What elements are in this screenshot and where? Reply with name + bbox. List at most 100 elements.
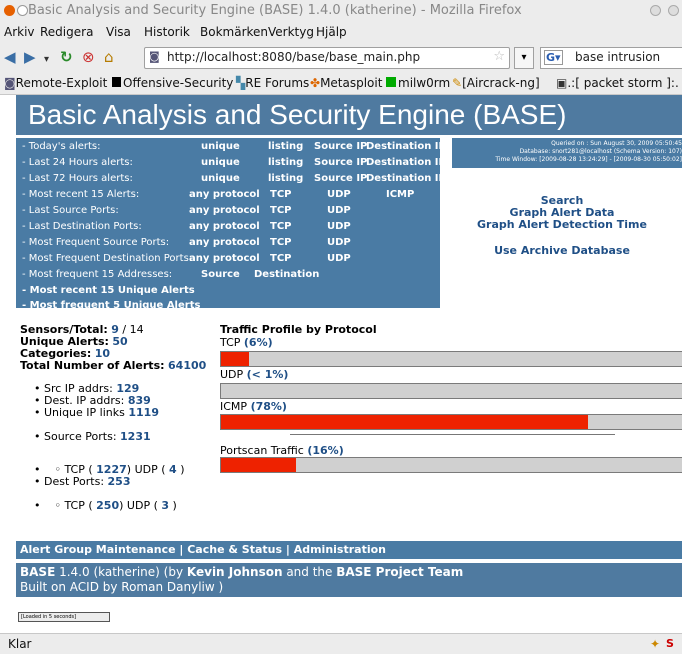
admin-nav-bar: Alert Group Maintenance | Cache & Status… [16, 541, 682, 559]
menu-arkiv[interactable]: Arkiv [4, 25, 35, 39]
team-link[interactable]: BASE Project Team [336, 565, 463, 579]
link-addr-source[interactable]: Source [201, 269, 240, 280]
link-fdp-any[interactable]: any protocol [189, 253, 260, 264]
admin-nav-links[interactable]: Alert Group Maintenance | Cache & Status… [20, 543, 386, 556]
dest-ports-link[interactable]: 253 [108, 475, 131, 488]
bookmark-packet-storm[interactable]: ▣.:[ packet storm ]:. [556, 76, 679, 90]
link-fdp-udp[interactable]: UDP [327, 253, 351, 264]
src-udp-link[interactable]: 4 [169, 463, 177, 476]
metasploit-icon: ✤ [310, 76, 321, 90]
label-last-72h: - Last 72 Hours alerts: [22, 173, 133, 184]
menu-hjalp[interactable]: Hjälp [316, 25, 347, 39]
addon-icon[interactable]: ✦ [650, 637, 660, 651]
url-bar[interactable]: ◙ http://localhost:8080/base/base_main.p… [144, 47, 510, 69]
link-today-destination-ip[interactable]: Destination IP [366, 141, 446, 152]
menu-bar: Arkiv Redigera Visa Historik Bokmärken V… [0, 22, 682, 42]
link-today-unique[interactable]: unique [201, 141, 240, 152]
url-dropdown-icon[interactable]: ▾ [514, 47, 534, 69]
link-recent-unique-alerts[interactable]: - Most recent 15 Unique Alerts [22, 285, 195, 296]
link-24h-destination-ip[interactable]: Destination IP [366, 157, 446, 168]
label-freq-destination-ports: - Most Frequent Destination Ports: [22, 253, 193, 264]
link-fsp-udp[interactable]: UDP [327, 237, 351, 248]
link-addr-destination[interactable]: Destination [254, 269, 319, 280]
site-identity-icon[interactable]: ◙ [149, 50, 160, 63]
banner-title: Basic Analysis and Security Engine (BASE… [28, 99, 567, 130]
label-last-destination-ports: - Last Destination Ports: [22, 221, 142, 232]
link-24h-unique[interactable]: unique [201, 157, 240, 168]
link-ldp-any[interactable]: any protocol [189, 221, 260, 232]
unique-alerts-link[interactable]: 50 [112, 335, 127, 348]
profile-icmp-bar [220, 414, 682, 430]
forum-icon: ▚ [236, 76, 246, 90]
reload-icon[interactable]: ↻ [60, 48, 73, 66]
link-ldp-tcp[interactable]: TCP [270, 221, 292, 232]
profile-tcp-link[interactable]: (6%) [244, 336, 273, 349]
menu-visa[interactable]: Visa [106, 25, 131, 39]
bookmark-milw0rm[interactable]: milw0rm [386, 76, 450, 90]
dst-tcp-link[interactable]: 250 [96, 499, 119, 512]
link-24h-listing[interactable]: listing [268, 157, 303, 168]
link-recent-any[interactable]: any protocol [189, 189, 260, 200]
source-ports-link[interactable]: 1231 [120, 430, 151, 443]
menu-redigera[interactable]: Redigera [40, 25, 93, 39]
menu-verktyg[interactable]: Verktyg [268, 25, 314, 39]
author-link[interactable]: Kevin Johnson [187, 565, 283, 579]
maximize-icon[interactable] [668, 5, 679, 16]
profile-icmp-fill [221, 415, 588, 429]
menu-bokmarken[interactable]: Bokmärken [200, 25, 268, 39]
search-value: base intrusion [575, 50, 661, 64]
total-alerts-link[interactable]: 64100 [168, 359, 206, 372]
link-fdp-tcp[interactable]: TCP [270, 253, 292, 264]
graph-alert-detection-time-link[interactable]: Graph Alert Detection Time [452, 218, 672, 231]
link-ldp-udp[interactable]: UDP [327, 221, 351, 232]
google-icon[interactable]: G▾ [544, 50, 563, 65]
link-72h-source-ip[interactable]: Source IP [314, 173, 367, 184]
window-menu-icon[interactable] [17, 5, 28, 16]
link-lsp-any[interactable]: any protocol [189, 205, 260, 216]
bookmark-aircrack[interactable]: ✎[Aircrack-ng] [452, 76, 540, 90]
use-archive-database-link[interactable]: Use Archive Database [452, 244, 672, 257]
link-lsp-tcp[interactable]: TCP [270, 205, 292, 216]
navigation-toolbar: ◀ ▶ ▾ ↻ ⊗ ⌂ ◙ http://localhost:8080/base… [0, 42, 682, 72]
link-recent-udp[interactable]: UDP [327, 189, 351, 200]
profile-icmp-link[interactable]: (78%) [251, 400, 287, 413]
link-24h-source-ip[interactable]: Source IP [314, 157, 367, 168]
credits-line-1: BASE 1.4.0 (katherine) (by Kevin Johnson… [20, 565, 464, 579]
link-fsp-tcp[interactable]: TCP [270, 237, 292, 248]
link-lsp-udp[interactable]: UDP [327, 205, 351, 216]
dst-udp-link[interactable]: 3 [161, 499, 169, 512]
link-recent-tcp[interactable]: TCP [270, 189, 292, 200]
profile-udp-link[interactable]: (< 1%) [247, 368, 289, 381]
link-today-source-ip[interactable]: Source IP [314, 141, 367, 152]
noscript-icon[interactable]: S [666, 637, 674, 650]
stop-icon[interactable]: ⊗ [82, 48, 95, 66]
history-dropdown-icon[interactable]: ▾ [44, 51, 49, 69]
menu-historik[interactable]: Historik [144, 25, 190, 39]
bookmark-star-icon[interactable]: ☆ [493, 49, 505, 64]
link-72h-destination-ip[interactable]: Destination IP [366, 173, 446, 184]
label-last-24h: - Last 24 Hours alerts: [22, 157, 133, 168]
link-recent-icmp[interactable]: ICMP [386, 189, 414, 200]
status-text: Klar [8, 637, 32, 651]
back-icon[interactable]: ◀ [4, 48, 16, 66]
minimize-icon[interactable] [650, 5, 661, 16]
search-input[interactable]: G▾ base intrusion [540, 47, 682, 69]
link-today-listing[interactable]: listing [268, 141, 303, 152]
forward-icon[interactable]: ▶ [24, 48, 36, 66]
profile-portscan-link[interactable]: (16%) [307, 444, 343, 457]
bookmark-metasploit[interactable]: ✤Metasploit [310, 76, 382, 90]
dest-ports: • Dest Ports: 253 [34, 475, 131, 488]
link-frequent-unique-alerts[interactable]: - Most frequent 5 Unique Alerts [22, 300, 200, 311]
ip-links-link[interactable]: 1119 [128, 406, 159, 419]
firefox-icon [4, 5, 15, 16]
link-fsp-any[interactable]: any protocol [189, 237, 260, 248]
offsec-icon [112, 77, 121, 87]
bookmark-offensive-security[interactable]: Offensive-Security [112, 76, 233, 90]
bookmark-re-forums[interactable]: ▚RE Forums [236, 76, 309, 90]
link-72h-listing[interactable]: listing [268, 173, 303, 184]
label-today: - Today's alerts: [22, 141, 101, 152]
profile-portscan-fill [221, 458, 296, 472]
home-icon[interactable]: ⌂ [104, 48, 114, 66]
bookmark-remote-exploit[interactable]: ◙Remote-Exploit [4, 76, 107, 90]
link-72h-unique[interactable]: unique [201, 173, 240, 184]
